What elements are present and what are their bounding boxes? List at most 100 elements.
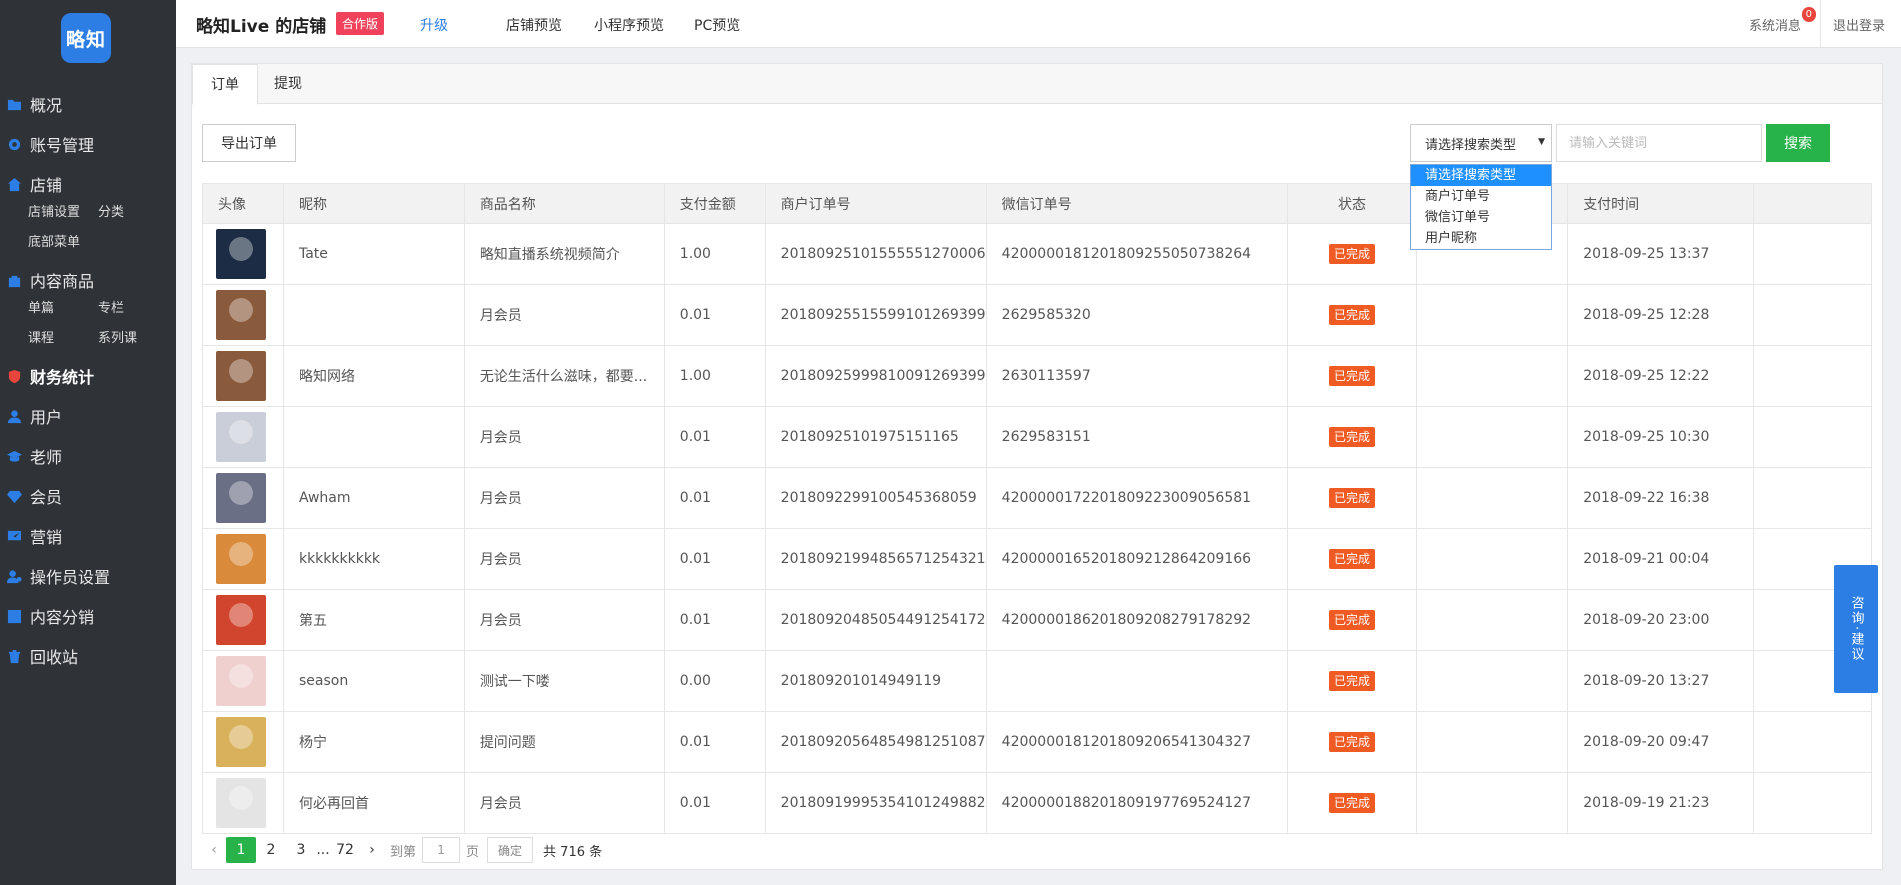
- status-cell: 已完成: [1286, 650, 1418, 712]
- table-row: 杨宁 提问问题 0.01 20180920564854981251087 4200000…: [202, 711, 1872, 773]
- sidebar-item-label: 账号管理: [30, 136, 95, 155]
- consult-suggest-button[interactable]: 咨询·建议: [1834, 565, 1878, 693]
- subnav-series[interactable]: 系列课: [98, 324, 137, 354]
- page-3[interactable]: 3: [286, 837, 316, 863]
- status-badge: 已完成: [1329, 366, 1376, 386]
- nickname-cell: Awham: [282, 467, 465, 529]
- amount-cell: 0.01: [663, 711, 766, 773]
- search-button[interactable]: 搜索: [1766, 124, 1830, 162]
- sidebar-item-distribution[interactable]: 内容分销: [0, 596, 176, 636]
- next-page-icon[interactable]: ›: [360, 842, 384, 858]
- extra-cell: [1753, 772, 1872, 834]
- share-icon: [6, 608, 22, 624]
- sidebar-item-label: 内容商品: [30, 272, 95, 291]
- product-cell: 月会员: [463, 467, 665, 529]
- sidebar-item-label: 财务统计: [30, 368, 95, 387]
- blank-cell: [1416, 589, 1569, 651]
- nickname-cell: 何必再回首: [282, 772, 465, 834]
- avatar-cell: [202, 589, 284, 651]
- pay-time-cell: 2018-09-25 12:22: [1567, 345, 1755, 407]
- sidebar-nav: 概况 账号管理 店铺 店铺设置 分类 底部菜单 内容商品 单篇 专栏 课程 系列…: [0, 84, 176, 676]
- sidebar-item-account[interactable]: 账号管理: [0, 124, 176, 164]
- export-orders-button[interactable]: 导出订单: [202, 124, 296, 162]
- wechat-order-cell: 4200000188201809197769524127: [985, 772, 1288, 834]
- sidebar-item-trash[interactable]: 回收站: [0, 636, 176, 676]
- avatar: [216, 534, 266, 584]
- subnav-single[interactable]: 单篇: [28, 294, 86, 324]
- avatar-cell: [202, 284, 284, 346]
- product-cell: 无论生活什么滋味，都要...: [463, 345, 665, 407]
- sidebar-item-overview[interactable]: 概况: [0, 84, 176, 124]
- wechat-order-cell: 4200000186201809208279178292: [985, 589, 1288, 651]
- sidebar-item-operators[interactable]: 操作员设置: [0, 556, 176, 596]
- sidebar-item-users[interactable]: 用户: [0, 396, 176, 436]
- dropdown-option[interactable]: 用户昵称: [1411, 228, 1551, 249]
- amount-cell: 0.01: [663, 406, 766, 468]
- pay-time-cell: 2018-09-20 09:47: [1567, 711, 1755, 773]
- operator-icon: [6, 568, 22, 584]
- col-avatar: 头像: [202, 183, 284, 224]
- sidebar-item-members[interactable]: 会员: [0, 476, 176, 516]
- col-status: 状态: [1286, 183, 1418, 224]
- merchant-order-cell: 20180925101975151165: [764, 406, 987, 468]
- graduation-cap-icon: [6, 448, 22, 464]
- nickname-cell: season: [282, 650, 465, 712]
- tab-orders[interactable]: 订单: [192, 64, 258, 105]
- amount-cell: 1.00: [663, 223, 766, 285]
- amount-cell: 0.01: [663, 589, 766, 651]
- blank-cell: [1416, 772, 1569, 834]
- miniprogram-preview-link[interactable]: 小程序预览: [594, 15, 664, 35]
- subnav-bottom-menu[interactable]: 底部菜单: [28, 228, 80, 258]
- nickname-cell: kkkkkkkkkk: [282, 528, 465, 590]
- dropdown-option[interactable]: 请选择搜索类型: [1411, 165, 1551, 186]
- shop-preview-link[interactable]: 店铺预览: [506, 15, 562, 35]
- goto-page-input[interactable]: [422, 837, 461, 863]
- dropdown-option[interactable]: 商户订单号: [1411, 186, 1551, 207]
- wechat-order-cell: 4200000181201809255050738264: [985, 223, 1288, 285]
- table-row: 第五 月会员 0.01 20180920485054491254172 42000001…: [202, 589, 1872, 651]
- avatar-cell: [202, 650, 284, 712]
- search-type-select[interactable]: 请选择搜索类型 ▼: [1410, 124, 1552, 162]
- dropdown-option[interactable]: 微信订单号: [1411, 207, 1551, 228]
- nickname-cell: 杨宁: [282, 711, 465, 773]
- caret-down-icon: ▼: [1538, 137, 1545, 147]
- subnav-column[interactable]: 专栏: [98, 294, 124, 324]
- pc-preview-link[interactable]: PC预览: [694, 15, 740, 35]
- page-1[interactable]: 1: [226, 837, 256, 863]
- col-nickname: 昵称: [282, 183, 465, 224]
- status-cell: 已完成: [1286, 467, 1418, 529]
- table-row: 略知网络 无论生活什么滋味，都要... 1.00 201809259998100912…: [202, 345, 1872, 407]
- keyword-input[interactable]: [1556, 124, 1762, 162]
- subnav-category[interactable]: 分类: [98, 198, 124, 228]
- nickname-cell: [282, 284, 465, 346]
- upgrade-link[interactable]: 升级: [420, 15, 448, 35]
- blank-cell: [1416, 406, 1569, 468]
- sidebar-item-teachers[interactable]: 老师: [0, 436, 176, 476]
- page-2[interactable]: 2: [256, 837, 286, 863]
- page-last[interactable]: 72: [330, 837, 360, 863]
- subnav-course[interactable]: 课程: [28, 324, 86, 354]
- system-messages-link[interactable]: 系统消息: [1749, 15, 1801, 34]
- edition-badge: 合作版: [336, 12, 385, 35]
- main-panel: 订单 提现 导出订单 请选择搜索类型 ▼ 搜索 请选择搜索类型 商户订单号 微信…: [191, 63, 1883, 870]
- amount-cell: 0.00: [663, 650, 766, 712]
- trash-icon: [6, 648, 22, 664]
- logout-link[interactable]: 退出登录: [1833, 15, 1885, 34]
- status-cell: 已完成: [1286, 345, 1418, 407]
- status-cell: 已完成: [1286, 284, 1418, 346]
- merchant-order-cell: 201809201014949119: [764, 650, 987, 712]
- orders-tbody: Tate 略知直播系统视频简介 1.00 2018092510155555127000…: [202, 223, 1872, 834]
- orders-table: 头像 昵称 商品名称 支付金额 商户订单号 微信订单号 状态 支付时间 Tate…: [202, 183, 1872, 834]
- sidebar-item-marketing[interactable]: 营销: [0, 516, 176, 556]
- subnav-shop-settings[interactable]: 店铺设置: [28, 198, 86, 228]
- extra-cell: [1753, 467, 1872, 529]
- tab-withdraw[interactable]: 提现: [256, 64, 320, 105]
- status-badge: 已完成: [1329, 610, 1376, 630]
- goto-confirm-button[interactable]: 确定: [487, 837, 534, 863]
- blank-cell: [1416, 650, 1569, 712]
- sidebar-item-finance[interactable]: 财务统计: [0, 356, 176, 396]
- logo[interactable]: 略知: [61, 13, 111, 63]
- product-cell: 月会员: [463, 528, 665, 590]
- blank-cell: [1416, 345, 1569, 407]
- prev-page-icon[interactable]: ‹: [202, 842, 226, 858]
